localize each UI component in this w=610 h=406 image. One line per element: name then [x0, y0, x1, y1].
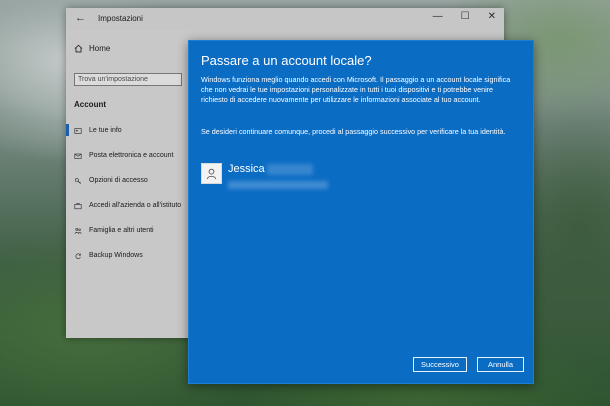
redacted-surname: [266, 163, 313, 175]
section-heading: Account: [74, 100, 106, 109]
next-button[interactable]: Successivo: [413, 357, 467, 372]
avatar: [201, 163, 222, 184]
sidebar-item-label: Le tue info: [89, 127, 122, 134]
local-account-dialog: Passare a un account locale? Windows fun…: [188, 40, 534, 384]
dialog-title: Passare a un account locale?: [201, 53, 372, 68]
sidebar-item-label: Accedi all'azienda o all'istituto: [89, 202, 182, 209]
sidebar-item-posta-elettronica[interactable]: Posta elettronica e account: [66, 143, 188, 168]
sync-icon: [75, 253, 81, 259]
maximize-icon[interactable]: ☐: [461, 11, 470, 22]
close-icon[interactable]: ✕: [488, 11, 496, 22]
user-icon: [206, 168, 217, 180]
sidebar-item-opzioni-accesso[interactable]: Opzioni di accesso: [66, 168, 188, 193]
sidebar-item-label: Opzioni di accesso: [89, 177, 148, 184]
back-arrow-icon[interactable]: ←: [75, 12, 86, 24]
user-name-row: Jessica: [228, 163, 328, 175]
mail-icon: [74, 153, 82, 159]
sidebar-home[interactable]: Home: [74, 44, 110, 53]
settings-titlebar: ← Impostazioni — ☐ ✕: [66, 8, 504, 30]
search-input[interactable]: Trova un'impostazione: [74, 73, 182, 86]
sidebar-item-label: Posta elettronica e account: [89, 152, 174, 159]
dialog-instruction: Se desideri continuare comunque, procedi…: [201, 127, 506, 136]
person-card-icon: [74, 127, 82, 134]
briefcase-icon: [74, 202, 82, 209]
sidebar-nav: Le tue info Posta elettronica e account …: [66, 118, 188, 268]
redacted-email: [228, 181, 328, 189]
settings-window-title: Impostazioni: [98, 14, 143, 23]
key-icon: [74, 177, 82, 184]
people-icon: [74, 227, 82, 234]
home-label: Home: [89, 44, 111, 53]
sidebar-item-label: Famiglia e altri utenti: [89, 227, 154, 234]
sidebar-item-backup[interactable]: Backup Windows: [66, 243, 188, 268]
sidebar-item-accedi-azienda[interactable]: Accedi all'azienda o all'istituto: [66, 193, 188, 218]
minimize-icon[interactable]: —: [433, 11, 443, 22]
user-account: Jessica: [201, 163, 328, 189]
settings-sidebar: Home Trova un'impostazione Account Le tu…: [66, 30, 188, 338]
window-controls: — ☐ ✕: [433, 11, 496, 22]
user-name: Jessica: [228, 163, 265, 175]
search-placeholder: Trova un'impostazione: [78, 76, 148, 83]
dialog-description: Windows funziona meglio quando accedi co…: [201, 75, 511, 104]
home-icon: [74, 44, 83, 53]
user-details: Jessica: [228, 163, 328, 189]
sidebar-item-le-tue-info[interactable]: Le tue info: [66, 118, 188, 143]
sidebar-item-famiglia[interactable]: Famiglia e altri utenti: [66, 218, 188, 243]
cancel-button[interactable]: Annulla: [477, 357, 524, 372]
sidebar-item-label: Backup Windows: [89, 252, 143, 259]
